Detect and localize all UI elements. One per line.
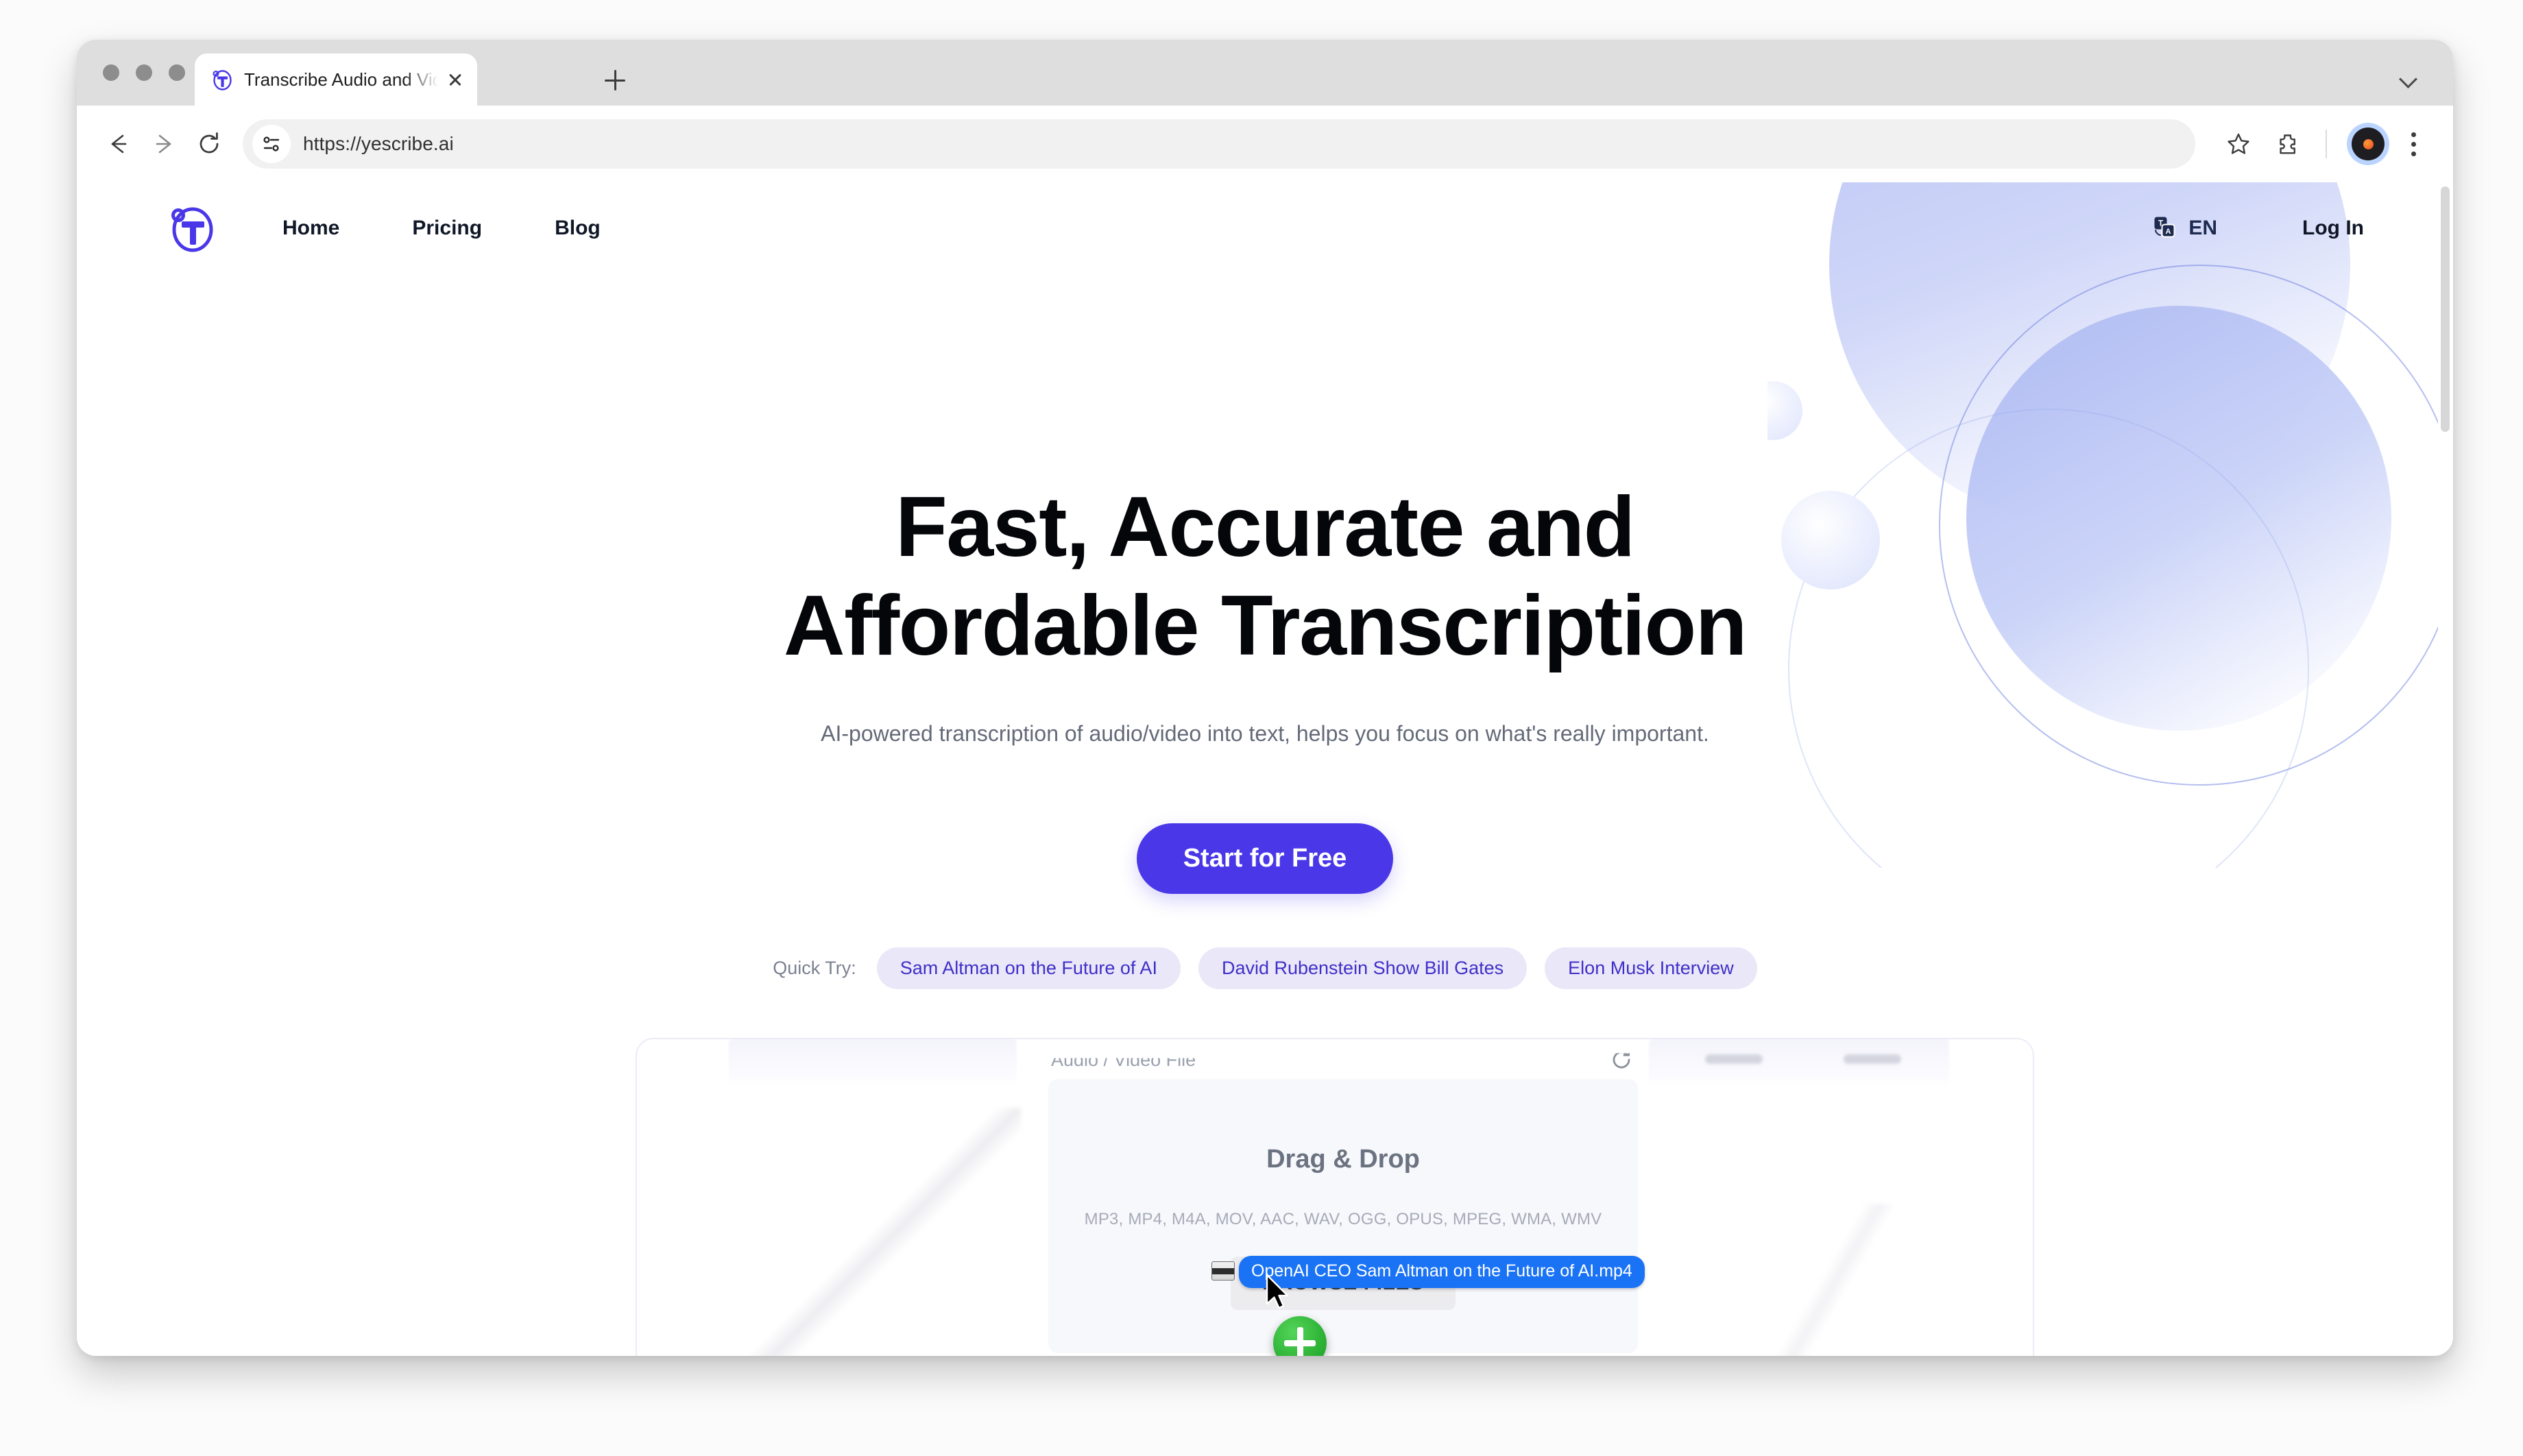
browser-tab-title: Transcribe Audio and Video to: [244, 69, 440, 90]
language-label: EN: [2188, 217, 2218, 239]
yescribe-logo-icon[interactable]: [165, 202, 217, 254]
page-title: Fast, Accurate and Affordable Transcript…: [77, 478, 2453, 676]
scrollbar-thumb[interactable]: [2441, 186, 2450, 432]
browse-files-button[interactable]: BROWSE FILES: [1231, 1257, 1456, 1310]
site-header-actions: T A EN Log In: [2153, 215, 2364, 242]
forward-arrow-icon[interactable]: [141, 121, 186, 167]
nav-link-home[interactable]: Home: [282, 217, 339, 240]
cta-row: Start for Free: [77, 823, 2453, 894]
star-icon[interactable]: [2216, 121, 2261, 167]
vertical-scrollbar[interactable]: [2438, 182, 2453, 1356]
upload-showcase-card: Audio / Video File Drag & Drop MP3, MP4,…: [636, 1038, 2034, 1356]
start-for-free-button[interactable]: Start for Free: [1136, 823, 1394, 894]
tab-strip: Transcribe Audio and Video to: [77, 40, 2453, 106]
maximize-window-button[interactable]: [169, 64, 185, 81]
background-bar: [1844, 1054, 1901, 1064]
quick-try-label: Quick Try:: [773, 957, 856, 978]
background-diagonal-right: [1665, 1204, 1960, 1356]
background-diagonal-left: [699, 1108, 1021, 1356]
svg-text:A: A: [2166, 228, 2171, 236]
hero-title-line-1: Fast, Accurate and: [895, 480, 1635, 574]
quick-try-chip-sam-altman[interactable]: Sam Altman on the Future of AI: [876, 947, 1181, 989]
dropzone-formats: MP3, MP4, M4A, MOV, AAC, WAV, OGG, OPUS,…: [1084, 1210, 1602, 1228]
background-panel-left: [729, 1039, 1017, 1087]
address-bar[interactable]: https://yescribe.ai: [243, 119, 2195, 169]
audio-video-file-label: Audio / Video File: [1051, 1049, 1196, 1070]
yescribe-logo-icon: [210, 68, 233, 91]
nav-link-pricing[interactable]: Pricing: [412, 217, 482, 240]
hero-subtitle: AI-powered transcription of audio/video …: [821, 720, 1709, 746]
puzzle-piece-icon[interactable]: [2265, 121, 2310, 167]
tune-sliders-icon[interactable]: [252, 125, 291, 163]
login-link[interactable]: Log In: [2302, 217, 2364, 240]
toolbar-divider: [2326, 130, 2327, 158]
hero-title-line-2: Affordable Transcription: [784, 578, 1747, 673]
address-bar-url: https://yescribe.ai: [303, 133, 454, 154]
three-dot-menu-icon[interactable]: [2398, 125, 2428, 163]
quick-try-chip-bill-gates[interactable]: David Rubenstein Show Bill Gates: [1198, 947, 1528, 989]
toolbar-actions: [2216, 121, 2428, 167]
browser-toolbar: https://yescribe.ai: [77, 106, 2453, 182]
file-dropzone[interactable]: Drag & Drop MP3, MP4, M4A, MOV, AAC, WAV…: [1048, 1079, 1638, 1353]
hero-section: Fast, Accurate and Affordable Transcript…: [77, 182, 2453, 989]
browser-window: Transcribe Audio and Video to: [77, 40, 2453, 1356]
chevron-down-icon[interactable]: [2400, 73, 2417, 82]
upload-panel: Audio / Video File Drag & Drop MP3, MP4,…: [1048, 1039, 1638, 1356]
minimize-window-button[interactable]: [136, 64, 152, 81]
profile-avatar-icon[interactable]: [2352, 128, 2385, 160]
upload-panel-header: Audio / Video File: [1048, 1043, 1638, 1076]
browser-tab[interactable]: Transcribe Audio and Video to: [195, 53, 477, 106]
site-navigation: Home Pricing Blog: [282, 217, 601, 240]
nav-link-blog[interactable]: Blog: [555, 217, 601, 240]
close-window-button[interactable]: [103, 64, 119, 81]
window-traffic-lights: [103, 64, 185, 81]
back-arrow-icon[interactable]: [96, 121, 141, 167]
new-tab-button[interactable]: [605, 70, 625, 90]
quick-try-row: Quick Try: Sam Altman on the Future of A…: [77, 947, 2453, 989]
reload-icon[interactable]: [186, 121, 232, 167]
translate-icon: T A: [2153, 215, 2176, 242]
dropzone-title: Drag & Drop: [1266, 1145, 1420, 1174]
background-bar: [1705, 1054, 1763, 1064]
refresh-icon[interactable]: [1608, 1053, 1635, 1073]
page-viewport: Home Pricing Blog T A EN Log In Fast, Ac…: [77, 182, 2453, 1356]
quick-try-chip-elon-musk[interactable]: Elon Musk Interview: [1545, 947, 1757, 989]
site-header: Home Pricing Blog T A EN Log In: [77, 182, 2453, 274]
avatar-inner-dot: [2363, 138, 2374, 149]
language-switcher[interactable]: T A EN: [2153, 215, 2217, 242]
background-panel-right: [1649, 1039, 1949, 1087]
close-icon[interactable]: [446, 70, 465, 89]
